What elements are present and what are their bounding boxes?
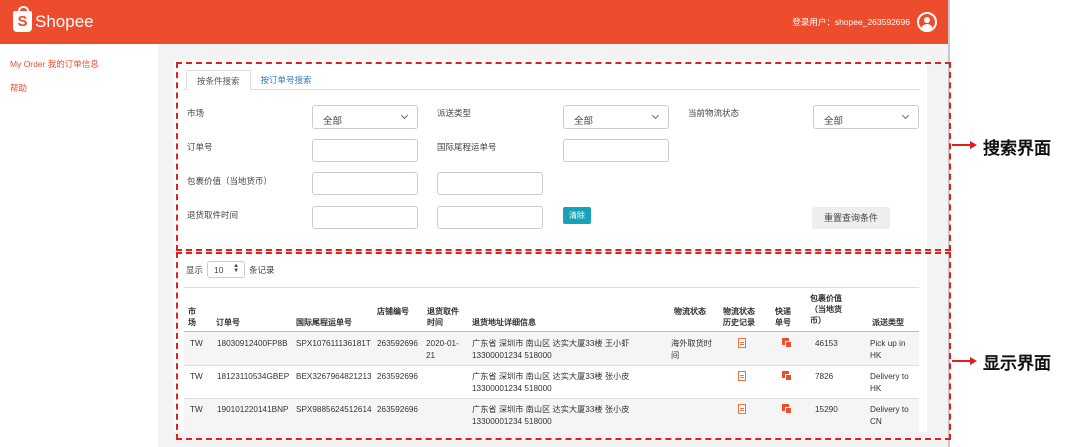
search-area-label: 搜索界面 bbox=[983, 139, 1051, 158]
shopping-bag-icon: S bbox=[13, 6, 32, 32]
display-area-highlight bbox=[176, 252, 951, 440]
sidebar-item-help[interactable]: 帮助 bbox=[10, 82, 27, 94]
top-bar: S Shopee 登录用户：shopee_263592696 bbox=[0, 0, 948, 44]
arrow-line bbox=[952, 360, 972, 362]
login-user-label: 登录用户：shopee_263592696 bbox=[792, 17, 910, 27]
shopee-logo[interactable]: S Shopee bbox=[13, 6, 94, 32]
user-avatar-icon[interactable] bbox=[917, 12, 937, 32]
arrow-line bbox=[952, 144, 972, 146]
sidebar-item-my-order[interactable]: My Order 我的订单信息 bbox=[10, 58, 99, 70]
sidebar: My Order 我的订单信息 帮助 bbox=[0, 44, 158, 447]
brand-name: Shopee bbox=[35, 11, 94, 31]
display-area-label: 显示界面 bbox=[983, 354, 1051, 373]
arrow-right-icon bbox=[970, 357, 977, 365]
search-area-highlight bbox=[176, 62, 951, 251]
arrow-right-icon bbox=[970, 141, 977, 149]
